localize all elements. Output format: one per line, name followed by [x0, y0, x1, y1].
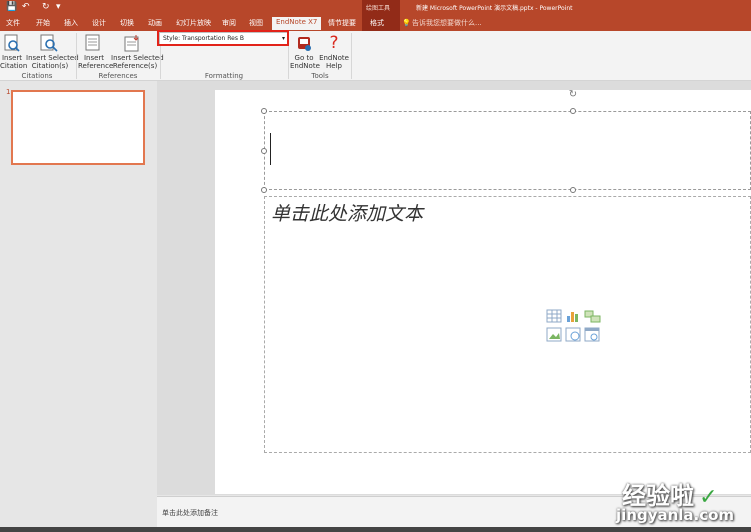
- text-cursor: [270, 133, 271, 165]
- context-tab-group: 绘图工具: [362, 0, 400, 16]
- tab-transitions[interactable]: 切换: [120, 18, 134, 29]
- tab-animations[interactable]: 动画: [148, 18, 162, 29]
- content-placeholder[interactable]: [264, 196, 751, 453]
- tab-storyboard[interactable]: 情节提要: [328, 18, 356, 29]
- references-group-label: References: [98, 72, 138, 80]
- group-divider: [351, 33, 352, 79]
- style-highlight: [157, 30, 289, 46]
- redo-icon[interactable]: ↻: [42, 2, 50, 13]
- resize-handle[interactable]: [570, 108, 576, 114]
- group-divider: [76, 33, 77, 79]
- ribbon-tabs: 文件 开始 插入 设计 切换 动画 幻灯片放映 审阅 视图 EndNote X7…: [0, 16, 751, 31]
- insert-selected-citation-icon: [40, 34, 58, 52]
- formatting-group-label: Formatting: [204, 72, 244, 80]
- picture-icon: [546, 327, 562, 342]
- window-title: 新建 Microsoft PowerPoint 演示文稿.pptx - Powe…: [416, 5, 573, 12]
- insert-content-icons: [546, 308, 602, 344]
- go-to-endnote-icon: [296, 34, 312, 52]
- customize-icon[interactable]: ▾: [56, 2, 61, 13]
- resize-handle[interactable]: [261, 148, 267, 154]
- endnote-help-button[interactable]: EndNote Help: [318, 54, 350, 70]
- citations-group-label: Citations: [21, 72, 53, 80]
- go-to-endnote-button[interactable]: Go to EndNote: [290, 54, 320, 70]
- insert-citation-icon: [4, 34, 20, 52]
- chart-icon: [567, 312, 578, 322]
- notes-placeholder: 单击此处添加备注: [162, 509, 218, 517]
- status-bar: [0, 527, 751, 532]
- video-icon: [584, 327, 600, 342]
- resize-handle[interactable]: [261, 108, 267, 114]
- tell-me-box[interactable]: 告诉我您想要做什么...: [412, 18, 482, 29]
- ribbon: Insert Citation Insert Selected Citation…: [0, 31, 751, 81]
- insert-selected-reference-icon: [124, 34, 142, 52]
- watermark-url: jingyanla.com: [616, 506, 735, 524]
- table-icon: [546, 309, 562, 323]
- content-placeholder-text: 单击此处添加文本: [271, 203, 424, 225]
- tab-insert[interactable]: 插入: [64, 18, 78, 29]
- insert-citation-button[interactable]: Insert Citation: [0, 54, 27, 70]
- lightbulb-icon: 💡: [402, 19, 411, 27]
- tools-group-label: Tools: [311, 72, 329, 80]
- undo-icon[interactable]: ↶: [22, 2, 30, 13]
- tab-design[interactable]: 设计: [92, 18, 106, 29]
- slide-number: 1: [6, 88, 11, 96]
- tab-format[interactable]: 格式: [370, 18, 384, 29]
- context-label: 绘图工具: [366, 5, 391, 12]
- insert-selected-citations-button[interactable]: Insert Selected Citation(s): [26, 54, 79, 70]
- online-picture-icon: [565, 327, 581, 342]
- tab-review[interactable]: 审阅: [222, 18, 236, 29]
- rotate-handle-icon[interactable]: ↻: [567, 89, 579, 101]
- resize-handle[interactable]: [261, 187, 267, 193]
- tab-slideshow[interactable]: 幻灯片放映: [176, 18, 211, 29]
- tab-home[interactable]: 开始: [36, 18, 50, 29]
- insert-reference-icon: [85, 34, 101, 52]
- title-bar: 💾 ↶ ↻ ▾ 绘图工具 新建 Microsoft PowerPoint 演示文…: [0, 0, 751, 16]
- insert-selected-references-button[interactable]: Insert Selected Reference(s): [111, 54, 164, 70]
- smartart-icon: [584, 310, 601, 323]
- help-icon: ?: [329, 33, 339, 53]
- slide-thumbnail[interactable]: [11, 90, 145, 165]
- tab-view[interactable]: 视图: [249, 18, 263, 29]
- tab-file[interactable]: 文件: [6, 18, 20, 29]
- save-icon[interactable]: 💾: [6, 2, 17, 13]
- tab-endnote[interactable]: EndNote X7: [272, 17, 322, 30]
- resize-handle[interactable]: [570, 187, 576, 193]
- title-placeholder[interactable]: [264, 111, 751, 190]
- insert-reference-button[interactable]: Insert Reference: [78, 54, 113, 70]
